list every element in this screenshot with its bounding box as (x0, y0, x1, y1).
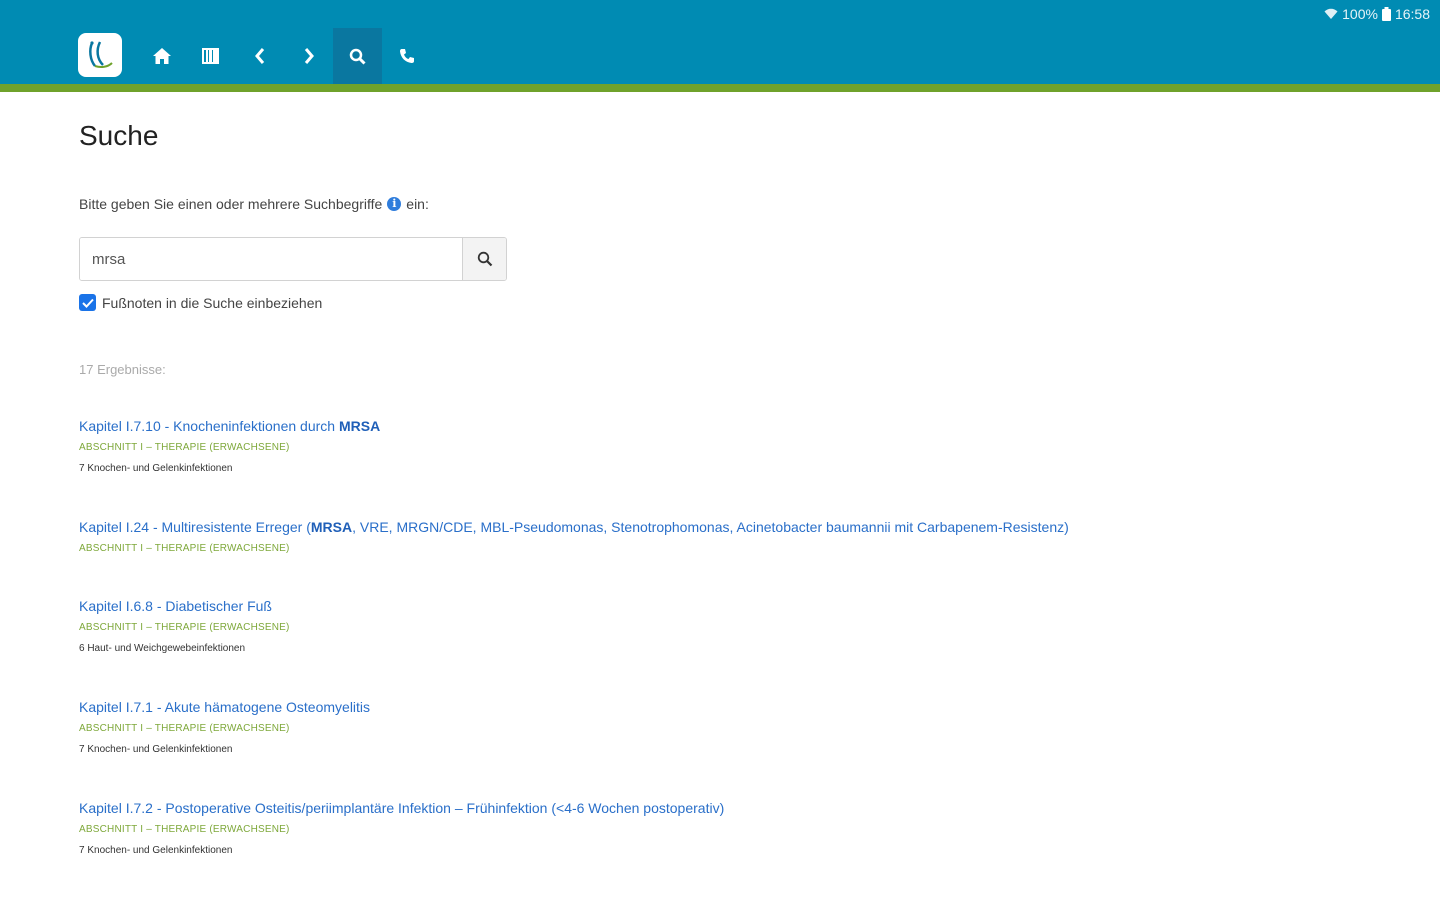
phone-button[interactable] (382, 28, 431, 84)
search-result: Kapitel I.7.1 - Akute hämatogene Osteomy… (79, 698, 370, 756)
result-section-label: ABSCHNITT I – THERAPIE (ERWACHSENE) (79, 824, 290, 835)
result-title-link[interactable]: Kapitel I.6.8 - Diabetischer Fuß (79, 597, 290, 615)
search-result: Kapitel I.24 - Multiresistente Erreger (… (79, 518, 1069, 555)
page-title: Suche (79, 120, 159, 151)
result-chapter-label: 7 Knochen- und Gelenkinfektionen (79, 845, 233, 856)
clock: 16:58 (1394, 6, 1430, 22)
result-title-link[interactable]: Kapitel I.24 - Multiresistente Erreger (… (79, 518, 1069, 536)
contents-button[interactable] (186, 28, 235, 84)
instructions-text: Bitte geben Sie einen oder mehrere Suchb… (79, 196, 383, 212)
magnifier-icon (477, 251, 492, 267)
result-title-text: Kapitel I.7.2 - Postoperative Osteitis/p… (79, 800, 725, 816)
result-title-text: Kapitel I.6.8 - Diabetischer Fuß (79, 598, 272, 614)
phone-icon (399, 49, 414, 63)
result-title-text: Kapitel I.7.10 - Knocheninfektionen durc… (79, 418, 339, 434)
accent-divider (0, 84, 1440, 92)
result-title-link[interactable]: Kapitel I.7.1 - Akute hämatogene Osteomy… (79, 698, 370, 716)
search-submit-button[interactable] (462, 238, 506, 280)
app-logo[interactable] (78, 33, 122, 77)
search-instructions: Bitte geben Sie einen oder mehrere Suchb… (79, 196, 429, 212)
toolbar (137, 28, 431, 84)
search-icon (349, 48, 366, 65)
forward-button[interactable] (284, 28, 333, 84)
result-chapter-label: 7 Knochen- und Gelenkinfektionen (79, 463, 233, 474)
result-section-label: ABSCHNITT I – THERAPIE (ERWACHSENE) (79, 723, 290, 734)
chevron-left-icon (254, 48, 264, 64)
result-count: 17 Ergebnisse: (79, 362, 166, 377)
footnote-option: Fußnoten in die Suche einbeziehen (79, 294, 322, 311)
search-form (79, 237, 507, 281)
footnote-label: Fußnoten in die Suche einbeziehen (102, 294, 323, 311)
home-button[interactable] (137, 28, 186, 84)
result-chapter-label: 7 Knochen- und Gelenkinfektionen (79, 744, 233, 755)
result-title-link[interactable]: Kapitel I.7.10 - Knocheninfektionen durc… (79, 417, 380, 435)
result-title-text: Kapitel I.7.1 - Akute hämatogene Osteomy… (79, 699, 371, 715)
battery-percent: 100% (1342, 6, 1378, 22)
result-title-text: Kapitel I.24 - Multiresistente Erreger ( (79, 519, 311, 535)
result-title-text: , VRE, MRGN/CDE, MBL-Pseudomonas, Stenot… (352, 519, 1069, 535)
status-bar: 100% 16:58 (1324, 4, 1430, 24)
result-section-label: ABSCHNITT I – THERAPIE (ERWACHSENE) (79, 622, 290, 633)
back-button[interactable] (235, 28, 284, 84)
search-result: Kapitel I.7.2 - Postoperative Osteitis/p… (79, 799, 724, 857)
info-icon[interactable]: i (387, 197, 402, 211)
search-input[interactable] (80, 238, 462, 280)
search-term-highlight: MRSA (310, 519, 353, 535)
battery-icon (1381, 7, 1391, 21)
search-result: Kapitel I.6.8 - Diabetischer Fuß ABSCHNIT… (79, 597, 290, 655)
search-term-highlight: MRSA (338, 418, 381, 434)
result-title-link[interactable]: Kapitel I.7.2 - Postoperative Osteitis/p… (79, 799, 724, 817)
chevron-right-icon (304, 48, 314, 64)
search-nav-button[interactable] (333, 28, 382, 84)
book-icon (202, 48, 219, 64)
wifi-icon (1324, 8, 1338, 20)
result-section-label: ABSCHNITT I – THERAPIE (ERWACHSENE) (79, 543, 290, 554)
checkmark-icon (81, 298, 94, 308)
home-icon (152, 48, 171, 64)
result-chapter-label: 6 Haut- und Weichgewebeinfektionen (79, 643, 246, 654)
instructions-suffix: ein: (406, 196, 429, 212)
search-result: Kapitel I.7.10 - Knocheninfektionen durc… (79, 417, 380, 475)
footnote-checkbox[interactable] (79, 294, 96, 311)
result-section-label: ABSCHNITT I – THERAPIE (ERWACHSENE) (79, 442, 290, 453)
